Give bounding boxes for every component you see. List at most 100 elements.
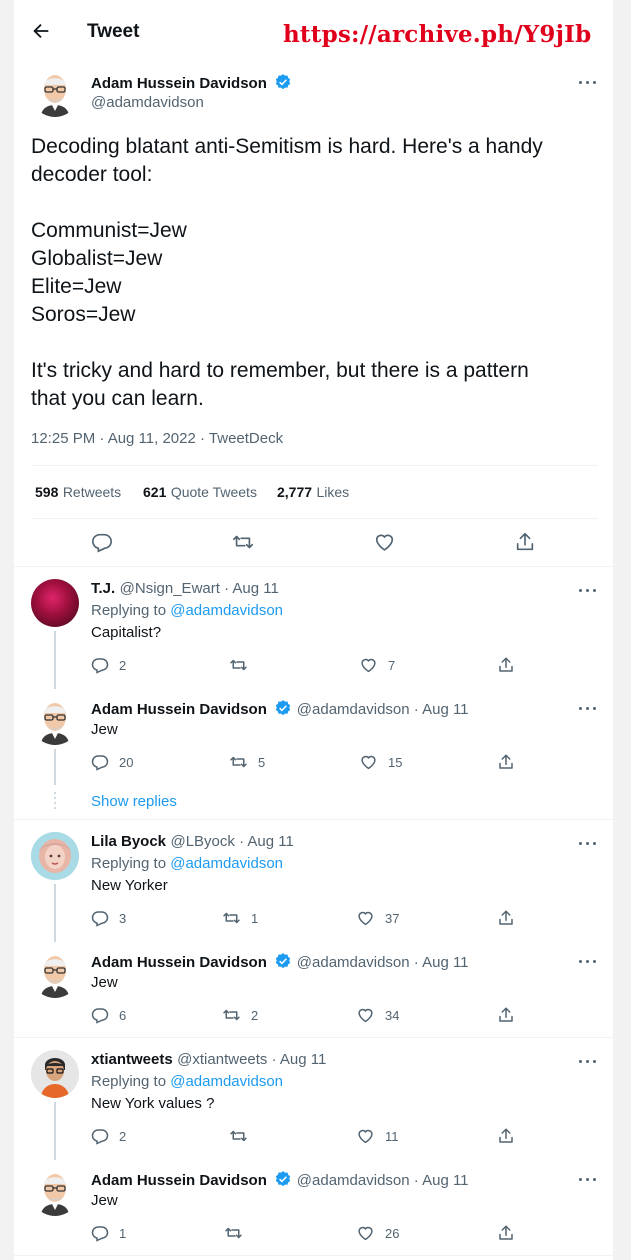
author-name[interactable]: Adam Hussein Davidson <box>91 954 267 971</box>
retweet-button[interactable] <box>231 531 255 558</box>
share-button[interactable] <box>497 656 515 674</box>
reply-button[interactable] <box>91 531 113 558</box>
heart-icon <box>375 534 394 551</box>
like-count: 37 <box>385 910 400 926</box>
author-name[interactable]: Adam Hussein Davidson <box>91 1172 267 1189</box>
more-options-icon[interactable] <box>578 953 598 969</box>
author-handle[interactable]: @adamdavidson · Aug 11 <box>297 954 469 971</box>
heart-icon <box>361 658 376 673</box>
reply-count: 3 <box>119 910 127 926</box>
reply-header: Adam Hussein Davidson @adamdavidson · Au… <box>91 952 469 972</box>
share-button[interactable] <box>497 753 515 771</box>
tweet-page: Tweet https://archive.ph/Y9jIb Adam Huss… <box>13 0 614 1260</box>
reply-button[interactable]: 2 <box>91 1127 126 1145</box>
quote-tweets-stat[interactable]: 621 Quote Tweets <box>143 484 257 502</box>
avatar[interactable] <box>31 697 79 745</box>
reply-count: 2 <box>119 657 127 673</box>
avatar[interactable] <box>31 1050 79 1098</box>
verified-badge-icon <box>276 700 291 716</box>
tweet-timestamp[interactable]: 12:25 PM · Aug 11, 2022 · TweetDeck <box>31 430 283 447</box>
like-button[interactable]: 15 <box>359 753 402 771</box>
like-button[interactable]: 7 <box>359 656 395 674</box>
author-handle[interactable]: @adamdavidson <box>91 94 204 111</box>
stat-label: Quote Tweets <box>170 484 257 500</box>
author-name[interactable]: T.J. <box>91 580 115 597</box>
reply-button[interactable]: 1 <box>91 1224 126 1242</box>
avatar[interactable] <box>31 1168 79 1216</box>
author-handle[interactable]: @xtiantweets · Aug 11 <box>177 1051 326 1068</box>
author-name[interactable]: Adam Hussein Davidson <box>91 73 292 92</box>
retweet-button[interactable]: 2 <box>222 1006 258 1024</box>
back-button[interactable] <box>30 20 54 44</box>
heart-icon <box>358 1226 373 1241</box>
divider <box>14 819 613 820</box>
avatar[interactable] <box>31 579 79 627</box>
reply-text: Jew <box>91 1192 118 1209</box>
more-options-icon[interactable] <box>578 1171 598 1187</box>
replying-to-link[interactable]: @adamdavidson <box>170 855 283 872</box>
like-count: 26 <box>385 1225 400 1241</box>
reply-icon <box>91 1129 109 1145</box>
author-name[interactable]: Lila Byock <box>91 833 166 850</box>
like-button[interactable]: 37 <box>356 909 399 927</box>
reply-button[interactable]: 20 <box>91 753 133 771</box>
author-handle[interactable]: @adamdavidson · Aug 11 <box>297 701 469 718</box>
more-options-icon[interactable] <box>578 700 598 716</box>
thread-line <box>54 749 56 785</box>
like-button[interactable]: 26 <box>356 1224 399 1242</box>
author-name[interactable]: xtiantweets <box>91 1051 173 1068</box>
reply-count: 6 <box>119 1007 127 1023</box>
verified-badge-icon <box>276 1171 291 1187</box>
more-options-icon[interactable] <box>578 835 598 851</box>
reply-count: 1 <box>119 1225 127 1241</box>
retweet-button[interactable] <box>224 1224 253 1242</box>
share-button[interactable] <box>497 1224 515 1242</box>
heart-icon <box>358 1008 373 1023</box>
avatar[interactable] <box>31 950 79 998</box>
retweet-button[interactable] <box>229 1127 258 1145</box>
more-options-icon[interactable] <box>578 582 598 598</box>
retweet-icon <box>230 659 247 671</box>
heart-icon <box>361 755 376 770</box>
share-button[interactable] <box>497 1127 515 1145</box>
reply-button[interactable]: 3 <box>91 909 126 927</box>
replying-to-link[interactable]: @adamdavidson <box>170 602 283 619</box>
more-options-icon[interactable] <box>578 74 598 90</box>
like-button[interactable] <box>373 531 396 558</box>
retweet-button[interactable] <box>229 656 258 674</box>
share-button[interactable] <box>497 909 515 927</box>
stat-label: Likes <box>316 484 350 500</box>
author-handle[interactable]: @adamdavidson · Aug 11 <box>297 1172 469 1189</box>
retweet-button[interactable]: 1 <box>222 909 258 927</box>
author-handle[interactable]: @Nsign_Ewart · Aug 11 <box>120 580 279 597</box>
like-button[interactable]: 34 <box>356 1006 399 1024</box>
likes-stat[interactable]: 2,777 Likes <box>277 484 349 502</box>
share-icon <box>499 1007 513 1022</box>
share-button[interactable] <box>514 531 536 558</box>
verified-badge-icon <box>275 74 291 90</box>
retweets-stat[interactable]: 598 Retweets <box>35 484 121 502</box>
stat-number: 621 <box>143 484 167 500</box>
author-handle[interactable]: @LByock · Aug 11 <box>170 833 293 850</box>
avatar[interactable] <box>31 69 79 117</box>
reply-header: Adam Hussein Davidson @adamdavidson · Au… <box>91 1170 469 1190</box>
more-options-icon[interactable] <box>578 1053 598 1069</box>
share-button[interactable] <box>497 1006 515 1024</box>
share-icon <box>499 1128 513 1143</box>
like-button[interactable]: 11 <box>356 1127 399 1145</box>
stat-number: 2,777 <box>277 484 313 500</box>
divider <box>31 465 598 466</box>
retweet-button[interactable]: 5 <box>229 753 265 771</box>
reply-button[interactable]: 2 <box>91 656 126 674</box>
divider <box>14 566 613 567</box>
show-replies-link[interactable]: Show replies <box>91 793 177 810</box>
retweet-icon <box>223 1009 240 1021</box>
reply-button[interactable]: 6 <box>91 1006 126 1024</box>
author-name[interactable]: Adam Hussein Davidson <box>91 701 267 718</box>
reply-text: Capitalist? <box>91 624 162 641</box>
replying-to-link[interactable]: @adamdavidson <box>170 1073 283 1090</box>
stat-label: Retweets <box>62 484 122 500</box>
replying-to: Replying to @adamdavidson <box>91 855 283 872</box>
reply-icon <box>91 1008 109 1024</box>
avatar[interactable] <box>31 832 79 880</box>
